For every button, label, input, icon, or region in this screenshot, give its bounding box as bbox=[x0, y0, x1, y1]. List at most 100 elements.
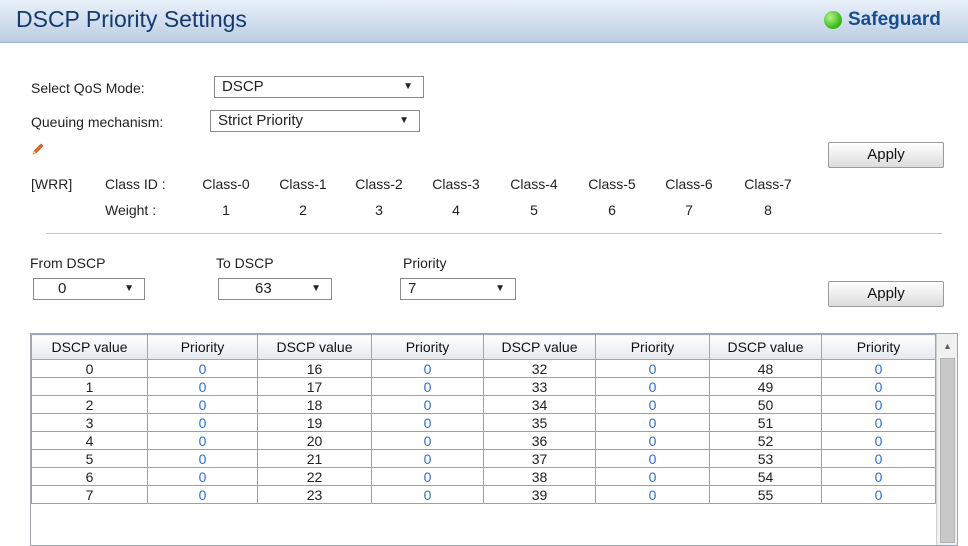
priority-cell: 0 bbox=[371, 467, 484, 486]
safeguard-label: Safeguard bbox=[848, 9, 941, 30]
dscp-value-cell: 50 bbox=[709, 395, 822, 414]
dscp-value-cell: 53 bbox=[709, 449, 822, 468]
priority-cell: 0 bbox=[595, 449, 710, 468]
scroll-up-arrow-icon[interactable]: ▲ bbox=[937, 336, 957, 356]
column-header: Priority bbox=[595, 334, 710, 360]
dscp-value-cell: 22 bbox=[257, 467, 372, 486]
priority-cell: 0 bbox=[147, 395, 258, 414]
dscp-value-cell: 5 bbox=[31, 449, 148, 468]
priority-cell: 0 bbox=[595, 431, 710, 450]
priority-cell: 0 bbox=[147, 377, 258, 396]
priority-cell: 0 bbox=[147, 467, 258, 486]
class-label: Class-7 bbox=[744, 176, 792, 192]
column-header: Priority bbox=[821, 334, 936, 360]
weight-value: 8 bbox=[764, 202, 772, 218]
mapping-apply-button[interactable]: Apply bbox=[828, 281, 944, 307]
table-row: 2 0 18 0 34 0 50 0 bbox=[31, 395, 936, 414]
pencil-icon bbox=[32, 143, 44, 155]
from-dscp-value: 0 bbox=[58, 280, 67, 297]
dscp-value-cell: 51 bbox=[709, 413, 822, 432]
dscp-value-cell: 7 bbox=[31, 485, 148, 504]
weight-value: 6 bbox=[608, 202, 616, 218]
column-header: DSCP value bbox=[483, 334, 596, 360]
dscp-value-cell: 48 bbox=[709, 359, 822, 378]
wrr-tag: [WRR] bbox=[31, 176, 73, 192]
dscp-table-container: DSCP value Priority DSCP value Priority … bbox=[30, 333, 958, 546]
from-dscp-label: From DSCP bbox=[30, 255, 106, 271]
table-row: 3 0 19 0 35 0 51 0 bbox=[31, 413, 936, 432]
qos-mode-value: DSCP bbox=[222, 78, 264, 95]
priority-cell: 0 bbox=[147, 485, 258, 504]
dscp-value-cell: 33 bbox=[483, 377, 596, 396]
priority-cell: 0 bbox=[147, 413, 258, 432]
priority-cell: 0 bbox=[371, 449, 484, 468]
priority-cell: 0 bbox=[821, 377, 936, 396]
queuing-mechanism-label: Queuing mechanism: bbox=[31, 114, 164, 130]
queuing-mechanism-value: Strict Priority bbox=[218, 112, 304, 129]
priority-cell: 0 bbox=[595, 467, 710, 486]
dscp-value-cell: 2 bbox=[31, 395, 148, 414]
priority-cell: 0 bbox=[147, 431, 258, 450]
dscp-value-cell: 16 bbox=[257, 359, 372, 378]
dscp-value-cell: 17 bbox=[257, 377, 372, 396]
table-scrollbar[interactable]: ▲ bbox=[936, 334, 957, 545]
dropdown-arrow-icon: ▼ bbox=[124, 283, 134, 294]
column-header: Priority bbox=[371, 334, 484, 360]
table-row: 0 0 16 0 32 0 48 0 bbox=[31, 359, 936, 378]
dscp-value-cell: 37 bbox=[483, 449, 596, 468]
from-dscp-select[interactable]: 0 ▼ bbox=[33, 278, 145, 300]
to-dscp-select[interactable]: 63 ▼ bbox=[218, 278, 332, 300]
class-label: Class-4 bbox=[510, 176, 558, 192]
weight-value: 7 bbox=[685, 202, 693, 218]
dscp-value-cell: 21 bbox=[257, 449, 372, 468]
section-divider bbox=[46, 233, 942, 234]
table-row: 7 0 23 0 39 0 55 0 bbox=[31, 485, 936, 504]
weight-value: 4 bbox=[452, 202, 460, 218]
dscp-value-cell: 32 bbox=[483, 359, 596, 378]
dropdown-arrow-icon: ▼ bbox=[495, 283, 505, 294]
column-header: Priority bbox=[147, 334, 258, 360]
weight-label: Weight : bbox=[105, 202, 157, 218]
qos-mode-select[interactable]: DSCP ▼ bbox=[214, 76, 424, 98]
qos-mode-label: Select QoS Mode: bbox=[31, 80, 145, 96]
qos-apply-button[interactable]: Apply bbox=[828, 142, 944, 168]
priority-cell: 0 bbox=[821, 431, 936, 450]
priority-cell: 0 bbox=[371, 395, 484, 414]
priority-cell: 0 bbox=[821, 485, 936, 504]
priority-cell: 0 bbox=[371, 377, 484, 396]
page-title: DSCP Priority Settings bbox=[16, 6, 247, 32]
priority-cell: 0 bbox=[595, 413, 710, 432]
column-header: DSCP value bbox=[31, 334, 148, 360]
priority-select[interactable]: 7 ▼ bbox=[400, 278, 516, 300]
priority-cell: 0 bbox=[821, 467, 936, 486]
dscp-value-cell: 0 bbox=[31, 359, 148, 378]
scrollbar-thumb[interactable] bbox=[940, 358, 955, 543]
dscp-value-cell: 34 bbox=[483, 395, 596, 414]
dscp-value-cell: 52 bbox=[709, 431, 822, 450]
priority-cell: 0 bbox=[821, 359, 936, 378]
dscp-value-cell: 18 bbox=[257, 395, 372, 414]
queuing-mechanism-select[interactable]: Strict Priority ▼ bbox=[210, 110, 420, 132]
class-label: Class-3 bbox=[432, 176, 480, 192]
table-row: 6 0 22 0 38 0 54 0 bbox=[31, 467, 936, 486]
priority-cell: 0 bbox=[595, 485, 710, 504]
priority-cell: 0 bbox=[595, 359, 710, 378]
priority-cell: 0 bbox=[371, 359, 484, 378]
priority-cell: 0 bbox=[371, 413, 484, 432]
weight-value: 2 bbox=[299, 202, 307, 218]
to-dscp-label: To DSCP bbox=[216, 255, 274, 271]
priority-cell: 0 bbox=[147, 359, 258, 378]
dropdown-arrow-icon: ▼ bbox=[403, 81, 413, 92]
safeguard-status-icon bbox=[824, 11, 842, 29]
dscp-value-cell: 3 bbox=[31, 413, 148, 432]
dscp-value-cell: 35 bbox=[483, 413, 596, 432]
dropdown-arrow-icon: ▼ bbox=[399, 115, 409, 126]
dscp-value-cell: 19 bbox=[257, 413, 372, 432]
priority-label: Priority bbox=[403, 255, 447, 271]
dropdown-arrow-icon: ▼ bbox=[311, 283, 321, 294]
dscp-value-cell: 1 bbox=[31, 377, 148, 396]
dscp-value-cell: 23 bbox=[257, 485, 372, 504]
priority-cell: 0 bbox=[821, 449, 936, 468]
dscp-value-cell: 36 bbox=[483, 431, 596, 450]
priority-cell: 0 bbox=[371, 485, 484, 504]
